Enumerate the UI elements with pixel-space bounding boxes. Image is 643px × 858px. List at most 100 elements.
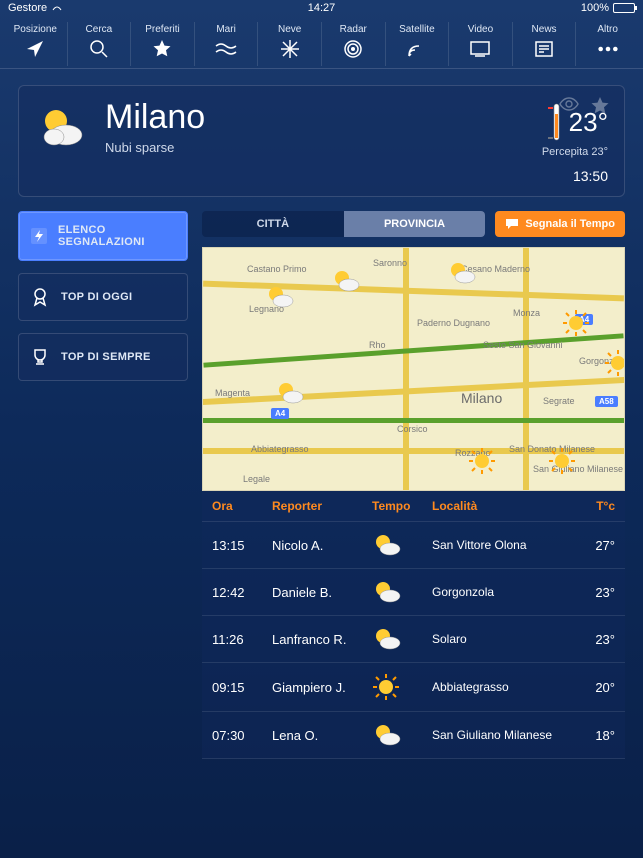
segment-control: CITTÀ PROVINCIA [202,211,485,237]
bolt-icon [29,225,48,247]
nav-bar: Posizione Cerca Preferiti Mari Neve Radar Sate… [0,16,643,69]
cell-localita: San Giuliano Milanese [432,728,575,742]
nav-label: Posizione [14,24,57,35]
sidebar-item[interactable]: ELENCO SEGNALAZIONI [18,211,188,261]
cell-ora: 09:15 [212,680,272,695]
chat-icon [505,218,519,230]
map-weather-icon [331,266,361,296]
radar-icon [342,38,364,60]
nav-news[interactable]: News [513,22,577,66]
cell-ora: 12:42 [212,585,272,600]
sidebar-item[interactable]: TOP DI SEMPRE [18,333,188,381]
tab-citta[interactable]: CITTÀ [202,211,344,237]
nav-radar[interactable]: Radar [322,22,386,66]
star-icon[interactable] [590,96,610,116]
nav-label: Cerca [86,24,113,35]
perceived-label: Percepita 23° [542,146,608,158]
nav-label: Satellite [399,24,435,35]
cell-tc: 23° [575,585,615,600]
nav-preferiti[interactable]: Preferiti [131,22,195,66]
sidebar-item-label: ELENCO SEGNALAZIONI [58,224,177,248]
map-weather-icon [265,282,295,312]
status-right: 100% [581,2,635,14]
nav-altro[interactable]: Altro [576,22,639,66]
cell-ora: 07:30 [212,728,272,743]
satellite-icon [406,38,428,60]
cell-reporter: Daniele B. [272,585,372,600]
content: CITTÀ PROVINCIA Segnala il Tempo Milano … [202,211,625,759]
map-label: Abbiategrasso [251,444,309,454]
nav-neve[interactable]: Neve [258,22,322,66]
cell-ora: 11:26 [212,632,272,647]
cell-localita: San Vittore Olona [432,538,575,552]
nav-cerca[interactable]: Cerca [68,22,132,66]
news-icon [533,38,555,60]
cell-localita: Solaro [432,632,575,646]
sidebar-item-label: TOP DI OGGI [61,291,132,303]
cell-tc: 27° [575,538,615,553]
cell-tc: 23° [575,632,615,647]
col-tc: T°c [575,499,615,513]
cell-localita: Gorgonzola [432,585,575,599]
col-tempo: Tempo [372,499,432,513]
nav-video[interactable]: Video [449,22,513,66]
nav-label: Preferiti [145,24,179,35]
report-button[interactable]: Segnala il Tempo [495,211,625,237]
cell-localita: Abbiategrasso [432,680,575,694]
reports-table: Ora Reporter Tempo Località T°c 13:15Nic… [202,491,625,759]
nav-label: Neve [278,24,301,35]
nav-label: Mari [216,24,235,35]
nav-mari[interactable]: Mari [195,22,259,66]
tab-provincia[interactable]: PROVINCIA [344,211,486,237]
table-row[interactable]: 09:15Giampiero J. Abbiategrasso20° [202,663,625,712]
map-weather-icon [603,348,625,378]
map-road-marker: A58 [595,396,618,407]
cell-weather-icon [372,532,432,558]
nav-label: News [532,24,557,35]
more-icon [597,38,619,60]
nav-label: Video [468,24,493,35]
cell-tc: 18° [575,728,615,743]
map-label: Sesto San Giovanni [483,340,563,350]
medal-icon [29,286,51,308]
map-label: Paderno Dugnano [417,318,490,328]
col-ora: Ora [212,499,272,513]
map-road-marker: A4 [271,408,289,419]
hero-time: 13:50 [573,168,608,184]
map-label: Castano Primo [247,264,307,274]
cell-reporter: Giampiero J. [272,680,372,695]
table-row[interactable]: 13:15Nicolo A.San Vittore Olona27° [202,522,625,569]
sidebar-item[interactable]: TOP DI OGGI [18,273,188,321]
nav-label: Radar [340,24,367,35]
cell-weather-icon [372,722,432,748]
cell-weather-icon [372,626,432,652]
col-localita: Località [432,499,575,513]
table-row[interactable]: 07:30Lena O.San Giuliano Milanese18° [202,712,625,759]
cell-ora: 13:15 [212,538,272,553]
report-button-label: Segnala il Tempo [525,218,615,230]
condition-label: Nubi sparse [105,140,528,155]
clock-label: 14:27 [308,2,336,14]
search-icon [88,38,110,60]
map-weather-icon [561,308,591,338]
cell-tc: 20° [575,680,615,695]
map-label: Rho [369,340,386,350]
map-label: Segrate [543,396,575,406]
nav-satellite[interactable]: Satellite [386,22,450,66]
snowflake-icon [279,38,301,60]
table-row[interactable]: 12:42Daniele B. Gorgonzola23° [202,569,625,616]
nav-posizione[interactable]: Posizione [4,22,68,66]
map-main-label: Milano [461,390,502,406]
table-row[interactable]: 11:26Lanfranco R.Solaro23° [202,616,625,663]
city-title: Milano [105,100,528,134]
location-arrow-icon [24,38,46,60]
video-icon [469,38,491,60]
col-reporter: Reporter [272,499,372,513]
map-label: Magenta [215,388,250,398]
weather-icon [35,100,91,156]
map-label: Monza [513,308,540,318]
eye-icon[interactable] [558,96,580,116]
map-label: Corsico [397,424,428,434]
map-weather-icon [275,378,305,408]
map[interactable]: Milano Castano PrimoSaronnoCesano Madern… [202,247,625,491]
